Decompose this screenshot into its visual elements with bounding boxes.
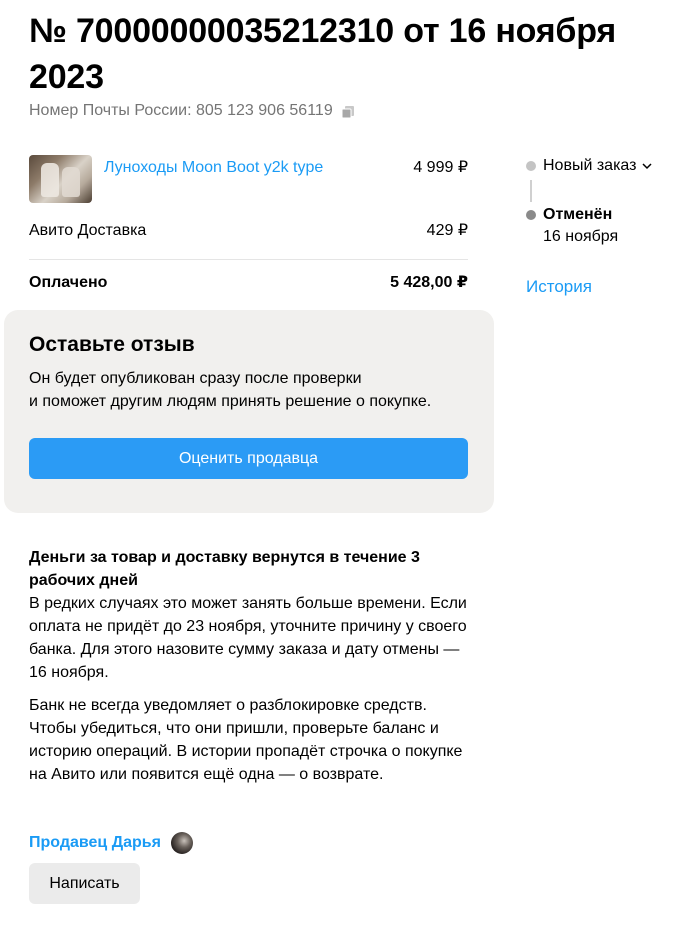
order-page: № 70000000035212310 от 16 ноября 2023 Но…	[0, 0, 700, 950]
refund-title: Деньги за товар и доставку вернутся в те…	[29, 549, 420, 589]
review-card: Оставьте отзыв Он будет опубликован сраз…	[4, 310, 494, 513]
status-current-label: Новый заказ	[543, 157, 637, 174]
review-text-line1: Он будет опубликован сразу после проверк…	[29, 370, 362, 387]
item-name-link[interactable]: Луноходы Moon Boot y2k type	[104, 155, 413, 181]
order-summary: Луноходы Moon Boot y2k type 4 999 ₽ Авит…	[29, 155, 468, 294]
status-dot-cancelled	[526, 210, 536, 220]
review-text: Он будет опубликован сразу после проверк…	[29, 367, 469, 413]
delivery-price: 429 ₽	[426, 222, 468, 239]
refund-paragraph-2: Банк не всегда уведомляет о разблокировк…	[29, 697, 463, 783]
refund-paragraph-1: В редких случаях это может занять больше…	[29, 595, 467, 681]
review-text-line2: и поможет другим людям принять решение о…	[29, 393, 432, 410]
order-status-timeline: Новый заказ Отменён 16 ноября	[526, 155, 696, 248]
status-timeline-line	[530, 180, 532, 202]
tracking-number: Номер Почты России: 805 123 906 56119	[29, 100, 355, 122]
paid-amount: 5 428,00 ₽	[390, 274, 468, 291]
item-price: 4 999 ₽	[413, 159, 468, 176]
item-thumbnail[interactable]	[29, 155, 92, 203]
review-title: Оставьте отзыв	[29, 333, 195, 356]
write-message-button[interactable]: Написать	[29, 863, 140, 904]
paid-label: Оплачено	[29, 274, 108, 291]
tracking-text: Номер Почты России: 805 123 906 56119	[29, 102, 333, 119]
paid-row: Оплачено 5 428,00 ₽	[29, 272, 468, 294]
refund-info: Деньги за товар и доставку вернутся в те…	[29, 546, 469, 786]
delivery-label: Авито Доставка	[29, 222, 147, 239]
order-title: № 70000000035212310 от 16 ноября 2023	[29, 12, 616, 96]
chevron-down-icon	[642, 155, 653, 177]
history-link[interactable]: История	[526, 275, 592, 299]
delivery-row: Авито Доставка 429 ₽	[29, 220, 468, 260]
seller-avatar[interactable]	[170, 832, 193, 854]
copy-icon[interactable]	[341, 104, 355, 119]
status-cancelled: Отменён 16 ноября	[526, 204, 696, 248]
status-current[interactable]: Новый заказ	[526, 155, 696, 177]
seller-link[interactable]: Продавец Дарья	[29, 832, 161, 854]
status-dot-current	[526, 161, 536, 171]
order-item: Луноходы Moon Boot y2k type 4 999 ₽	[29, 155, 468, 205]
rate-seller-button[interactable]: Оценить продавца	[29, 438, 468, 479]
status-cancelled-date: 16 ноября	[543, 228, 619, 245]
seller-block: Продавец Дарья	[29, 832, 193, 854]
status-cancelled-label: Отменён	[543, 206, 613, 223]
